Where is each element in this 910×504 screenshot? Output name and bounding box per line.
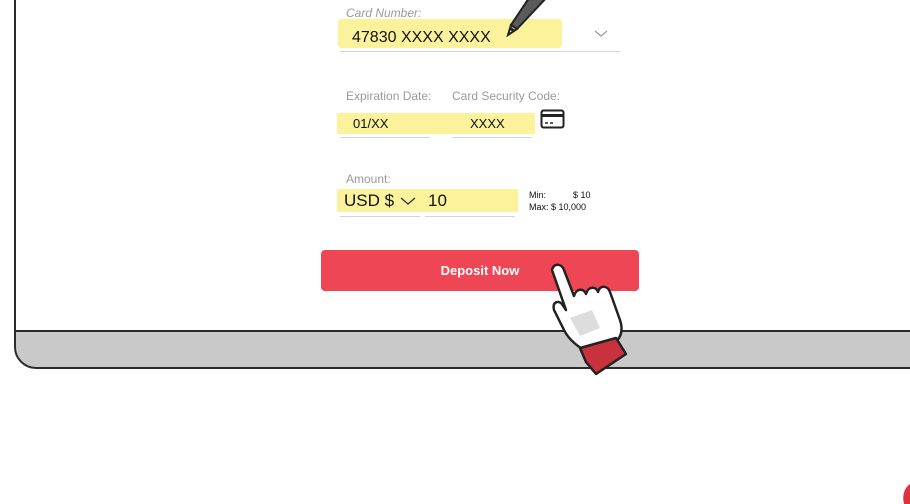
currency-underline: [340, 216, 420, 217]
min-label: Min:: [529, 190, 547, 200]
pointing-hand-icon: [550, 263, 628, 376]
security-underline: [452, 137, 532, 138]
amount-input[interactable]: 10: [428, 191, 447, 211]
currency-chevron-down-icon[interactable]: [400, 197, 416, 206]
credit-card-icon: [540, 109, 565, 129]
expiration-date-label: Expiration Date:: [346, 89, 432, 103]
max-limit-text: Max: $ 10,000: [529, 202, 587, 212]
amount-underline: [425, 216, 515, 217]
laptop-base: [14, 330, 910, 369]
expiration-date-field[interactable]: 01/XX: [353, 116, 388, 131]
deposit-now-label: Deposit Now: [440, 263, 520, 278]
currency-select[interactable]: USD $: [344, 191, 394, 211]
amount-label: Amount:: [346, 172, 391, 186]
pen-icon: [506, 0, 546, 38]
card-number-underline: [340, 51, 620, 52]
chevron-down-icon[interactable]: [594, 30, 608, 38]
security-code-label: Card Security Code:: [452, 89, 561, 103]
card-number-field[interactable]: 47830 XXXX XXXX: [352, 29, 491, 47]
corner-mark-icon: [903, 484, 910, 504]
min-value: $ 10: [573, 190, 591, 200]
expiration-underline: [340, 137, 430, 138]
card-number-label: Card Number:: [346, 6, 422, 20]
security-code-field[interactable]: XXXX: [470, 116, 505, 131]
